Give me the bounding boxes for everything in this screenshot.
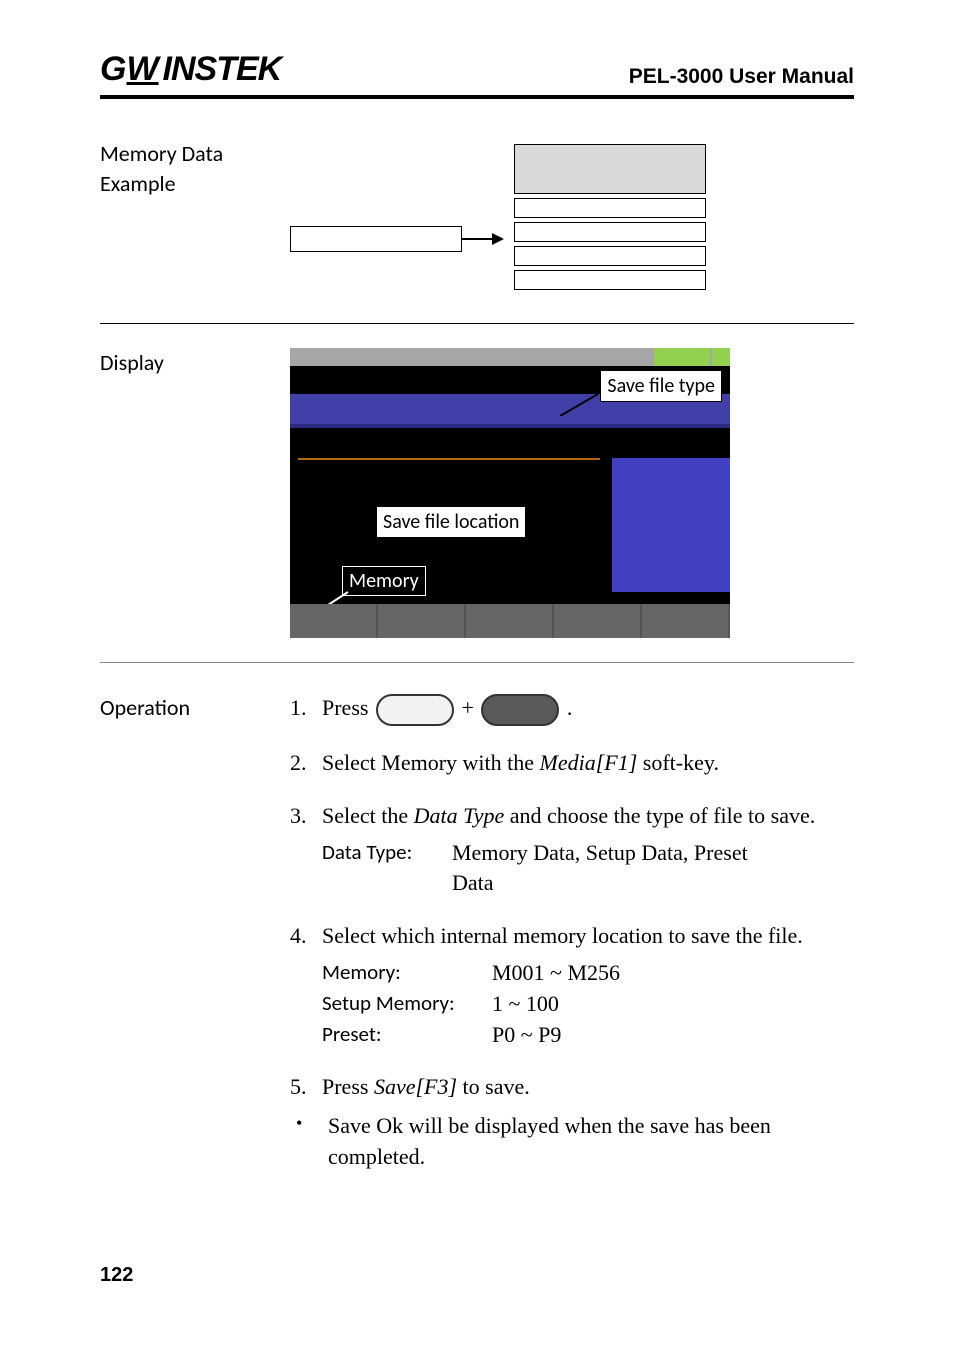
preset-val: P0 ~ P9 — [492, 1020, 561, 1051]
plus-text: + — [461, 695, 479, 720]
setup-key: Setup Memory: — [322, 989, 492, 1020]
step-4: 4. Select which internal memory location… — [290, 921, 854, 1050]
page-number: 122 — [100, 1264, 133, 1287]
step1-end: . — [567, 695, 573, 720]
memory-diagram — [290, 139, 854, 299]
section-memory-example: Memory Data Example — [100, 139, 854, 324]
callout-line-icon — [542, 476, 600, 520]
manual-title: PEL-3000 User Manual — [629, 65, 854, 89]
brand-logo: GWINSTEK — [100, 50, 281, 89]
diagram-target-stack — [514, 144, 706, 294]
step-3: 3. Select the Data Type and choose the t… — [290, 801, 854, 899]
step3-key: Data Type: — [322, 838, 452, 900]
mem-val: M001 ~ M256 — [492, 958, 620, 989]
callout-line-icon — [560, 392, 600, 416]
button-pill-light-icon — [376, 694, 454, 726]
button-pill-dark-icon — [481, 694, 559, 726]
callout-memory: Memory — [342, 566, 426, 596]
arrow-icon — [462, 238, 502, 240]
softkey-bar — [290, 604, 730, 638]
step1-text: Press — [322, 695, 374, 720]
operation-note: • Save Ok will be displayed when the sav… — [290, 1111, 854, 1173]
operation-steps: 1. Press + . 2. Select Memory with the M… — [290, 693, 854, 1103]
step-1: 1. Press + . — [290, 693, 854, 726]
page-header: GWINSTEK PEL-3000 User Manual — [100, 50, 854, 99]
section-operation: Operation 1. Press + . 2. Sel — [100, 693, 854, 1197]
lcd-mock: Save file type Save file location Memory — [290, 348, 730, 638]
preset-key: Preset: — [322, 1020, 492, 1051]
section-display: Display Save file type Save file locatio… — [100, 348, 854, 663]
section-label-display: Display — [100, 348, 290, 378]
diagram-source-box — [290, 226, 462, 252]
section-label-operation: Operation — [100, 693, 290, 723]
section-label-memory: Memory Data Example — [100, 139, 290, 198]
step-2: 2. Select Memory with the Media[F1] soft… — [290, 748, 854, 779]
setup-val: 1 ~ 100 — [492, 989, 559, 1020]
callout-save-file-type: Save file type — [600, 370, 722, 402]
page: GWINSTEK PEL-3000 User Manual Memory Dat… — [0, 0, 954, 1349]
callout-save-file-location: Save file location — [376, 506, 526, 538]
mem-key: Memory: — [322, 958, 492, 989]
step3-val: Memory Data, Setup Data, Preset Data — [452, 838, 762, 900]
step-5: 5. Press Save[F3] to save. — [290, 1072, 854, 1103]
